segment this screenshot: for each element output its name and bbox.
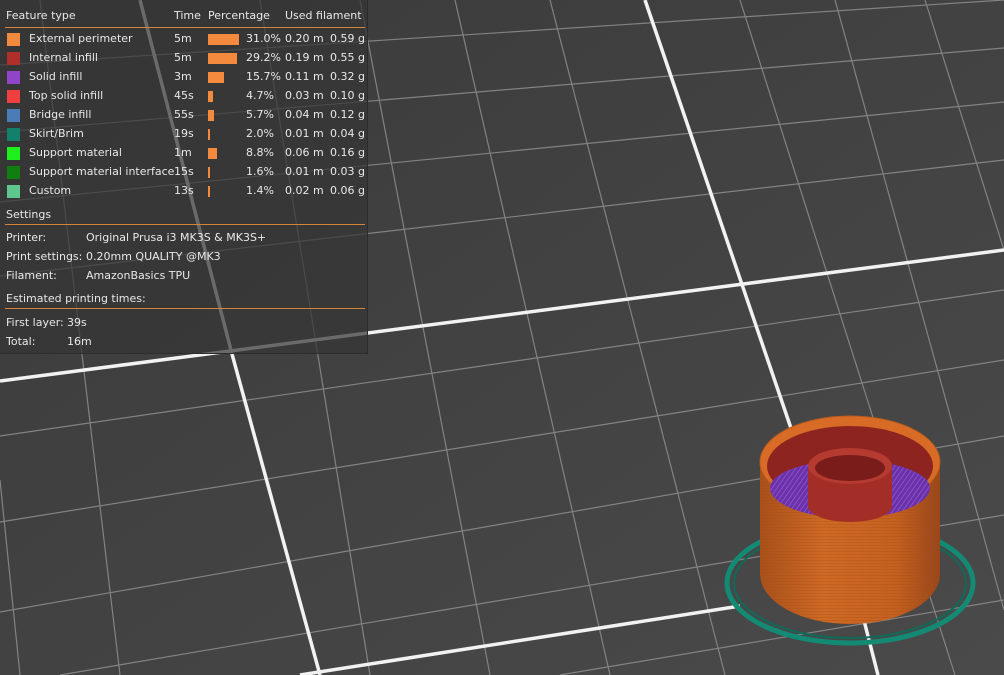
legend-panel: Feature type Time Percentage Used filame… <box>0 0 368 354</box>
feature-weight: 0.55 g <box>330 51 365 64</box>
feature-row[interactable]: Solid infill 3m 15.7% 0.11 m 0.32 g <box>0 69 368 88</box>
percentage-bar <box>208 34 239 45</box>
feature-percentage: 4.7% <box>246 89 274 102</box>
feature-weight: 0.10 g <box>330 89 365 102</box>
feature-time: 1m <box>174 146 192 159</box>
feature-percentage: 2.0% <box>246 127 274 140</box>
feature-time: 15s <box>174 165 194 178</box>
feature-row[interactable]: Custom 13s 1.4% 0.02 m 0.06 g <box>0 183 368 202</box>
color-swatch <box>7 185 20 198</box>
printing-times-title: Estimated printing times: <box>6 292 146 305</box>
feature-time: 45s <box>174 89 194 102</box>
percentage-bar <box>208 53 237 64</box>
feature-row[interactable]: Support material 1m 8.8% 0.06 m 0.16 g <box>0 145 368 164</box>
color-swatch <box>7 147 20 160</box>
feature-row[interactable]: Bridge infill 55s 5.7% 0.04 m 0.12 g <box>0 107 368 126</box>
color-swatch <box>7 109 20 122</box>
feature-row[interactable]: Support material interface 15s 1.6% 0.01 m 0… <box>0 164 368 183</box>
feature-length: 0.06 m <box>285 146 324 159</box>
inner-ring-hole <box>815 455 885 481</box>
feature-label: Bridge infill <box>29 108 92 121</box>
setting-key-print-settings: Print settings: <box>6 250 83 263</box>
feature-time: 55s <box>174 108 194 121</box>
feature-time: 5m <box>174 32 192 45</box>
percentage-bar <box>208 186 210 197</box>
time-key-first-layer: First layer: <box>6 316 64 329</box>
feature-weight: 0.12 g <box>330 108 365 121</box>
feature-length: 0.02 m <box>285 184 324 197</box>
color-swatch <box>7 52 20 65</box>
setting-value-filament: AmazonBasics TPU <box>86 269 191 282</box>
percentage-bar <box>208 167 210 178</box>
feature-weight: 0.03 g <box>330 165 365 178</box>
feature-weight: 0.06 g <box>330 184 365 197</box>
setting-value-printer: Original Prusa i3 MK3S & MK3S+ <box>86 231 267 244</box>
time-value-first-layer: 39s <box>67 316 87 329</box>
feature-time: 3m <box>174 70 192 83</box>
feature-length: 0.11 m <box>285 70 324 83</box>
header-used-filament: Used filament <box>285 9 362 22</box>
feature-weight: 0.59 g <box>330 32 365 45</box>
feature-percentage: 8.8% <box>246 146 274 159</box>
feature-weight: 0.16 g <box>330 146 365 159</box>
feature-weight: 0.04 g <box>330 127 365 140</box>
feature-percentage: 1.4% <box>246 184 274 197</box>
feature-percentage: 29.2% <box>246 51 281 64</box>
header-time: Time <box>174 9 201 22</box>
percentage-bar <box>208 110 214 121</box>
feature-length: 0.20 m <box>285 32 324 45</box>
percentage-bar <box>208 72 224 83</box>
feature-length: 0.01 m <box>285 127 324 140</box>
feature-time: 5m <box>174 51 192 64</box>
feature-label: Support material <box>29 146 122 159</box>
setting-key-printer: Printer: <box>6 231 47 244</box>
feature-time: 19s <box>174 127 194 140</box>
header-feature-type: Feature type <box>6 9 76 22</box>
percentage-bar <box>208 91 213 102</box>
header-percentage: Percentage <box>208 9 270 22</box>
header-separator <box>5 27 365 28</box>
color-swatch <box>7 71 20 84</box>
color-swatch <box>7 166 20 179</box>
feature-row[interactable]: Top solid infill 45s 4.7% 0.03 m 0.10 g <box>0 88 368 107</box>
feature-label: Custom <box>29 184 72 197</box>
feature-row[interactable]: External perimeter 5m 31.0% 0.20 m 0.59 g <box>0 31 368 50</box>
feature-label: Internal infill <box>29 51 98 64</box>
feature-weight: 0.32 g <box>330 70 365 83</box>
setting-key-filament: Filament: <box>6 269 57 282</box>
percentage-bar <box>208 129 210 140</box>
feature-length: 0.19 m <box>285 51 324 64</box>
color-swatch <box>7 33 20 46</box>
feature-percentage: 1.6% <box>246 165 274 178</box>
feature-label: External perimeter <box>29 32 133 45</box>
feature-row[interactable]: Internal infill 5m 29.2% 0.19 m 0.55 g <box>0 50 368 69</box>
feature-percentage: 31.0% <box>246 32 281 45</box>
feature-length: 0.04 m <box>285 108 324 121</box>
feature-row[interactable]: Skirt/Brim 19s 2.0% 0.01 m 0.04 g <box>0 126 368 145</box>
feature-time: 13s <box>174 184 194 197</box>
settings-title: Settings <box>6 208 52 221</box>
feature-label: Solid infill <box>29 70 83 83</box>
feature-length: 0.03 m <box>285 89 324 102</box>
color-swatch <box>7 90 20 103</box>
color-swatch <box>7 128 20 141</box>
feature-label: Support material interface <box>29 165 175 178</box>
feature-percentage: 5.7% <box>246 108 274 121</box>
feature-length: 0.01 m <box>285 165 324 178</box>
printing-times-separator <box>5 308 365 309</box>
settings-separator <box>5 224 365 225</box>
setting-value-print-settings: 0.20mm QUALITY @MK3 <box>86 250 221 263</box>
feature-label: Top solid infill <box>29 89 104 102</box>
feature-label: Skirt/Brim <box>29 127 84 140</box>
time-key-total: Total: <box>6 335 36 348</box>
time-value-total: 16m <box>67 335 92 348</box>
feature-percentage: 15.7% <box>246 70 281 83</box>
percentage-bar <box>208 148 217 159</box>
